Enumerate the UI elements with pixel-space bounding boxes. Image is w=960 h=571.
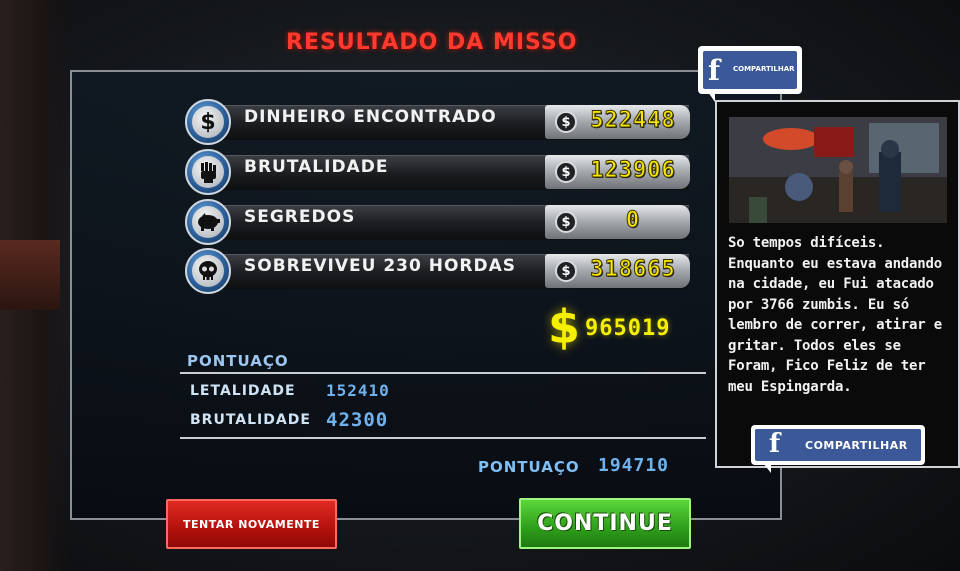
reward-row-secrets: SEGREDOS $ 0 — [185, 199, 690, 245]
reward-value-box: $ 123906 — [545, 155, 690, 189]
reward-row-money: $ DINHEIRO ENCONTRADO $ 522448 — [185, 99, 690, 145]
facebook-share-button-top[interactable]: f COMPARTILHAR — [698, 46, 802, 102]
stat-label-lethality: LETALIDADE — [190, 383, 296, 399]
background-scene — [0, 0, 70, 571]
score-heading: PONTUAÇO — [187, 352, 289, 370]
final-score-label: PONTUAÇO — [478, 458, 580, 476]
facebook-icon: f — [708, 54, 721, 87]
stat-value-lethality: 152410 — [326, 381, 390, 400]
skull-icon — [185, 248, 231, 294]
final-score-value: 194710 — [598, 455, 670, 476]
reward-value: 522448 — [590, 108, 676, 134]
divider — [180, 437, 706, 439]
share-label: COMPARTILHAR — [733, 65, 795, 73]
speech-tail — [763, 463, 771, 473]
money-total-value: 965019 — [585, 316, 671, 341]
stat-label-brutality: BRUTALIDADE — [190, 412, 311, 428]
reward-label: BRUTALIDADE — [244, 157, 389, 177]
stat-value-brutality: 42300 — [326, 409, 389, 431]
facebook-icon: f — [769, 429, 781, 459]
story-image — [729, 117, 947, 223]
piggy-bank-icon — [185, 199, 231, 245]
coin-icon: $ — [555, 260, 577, 282]
speech-tail — [708, 92, 715, 102]
reward-value-box: $ 318665 — [545, 254, 690, 288]
reward-value: 123906 — [590, 158, 676, 184]
dollar-icon: $ — [548, 300, 581, 354]
reward-value-box: $ 522448 — [545, 105, 690, 139]
button-background: f COMPARTILHAR — [703, 51, 797, 89]
fist-icon — [185, 149, 231, 195]
share-label: COMPARTILHAR — [805, 439, 908, 452]
continue-button[interactable]: CONTINUE — [519, 498, 691, 549]
coin-icon: $ — [555, 211, 577, 233]
story-text: So tempos difíceis. Enquanto eu estava a… — [728, 235, 942, 395]
reward-label: SEGREDOS — [244, 207, 356, 227]
mission-result-title: RESULTADO DA MISSO — [286, 30, 578, 55]
divider — [180, 372, 706, 374]
reward-value: 318665 — [590, 257, 676, 283]
reward-row-hordes: SOBREVIVEU 230 HORDAS $ 318665 — [185, 248, 690, 294]
reward-row-brutality: BRUTALIDADE $ 123906 — [185, 149, 690, 195]
button-background: f COMPARTILHAR — [755, 429, 921, 461]
retry-button[interactable]: TENTAR NOVAMENTE — [166, 499, 337, 549]
reward-value-box: $ 0 — [545, 205, 690, 239]
reward-value: 0 — [625, 208, 641, 234]
dollar-icon: $ — [185, 99, 231, 145]
coin-icon: $ — [555, 111, 577, 133]
facebook-share-button[interactable]: f COMPARTILHAR — [751, 425, 925, 473]
reward-label: DINHEIRO ENCONTRADO — [244, 107, 497, 127]
reward-label: SOBREVIVEU 230 HORDAS — [244, 256, 517, 276]
coin-icon: $ — [555, 161, 577, 183]
money-total: $ 965019 — [548, 300, 688, 354]
